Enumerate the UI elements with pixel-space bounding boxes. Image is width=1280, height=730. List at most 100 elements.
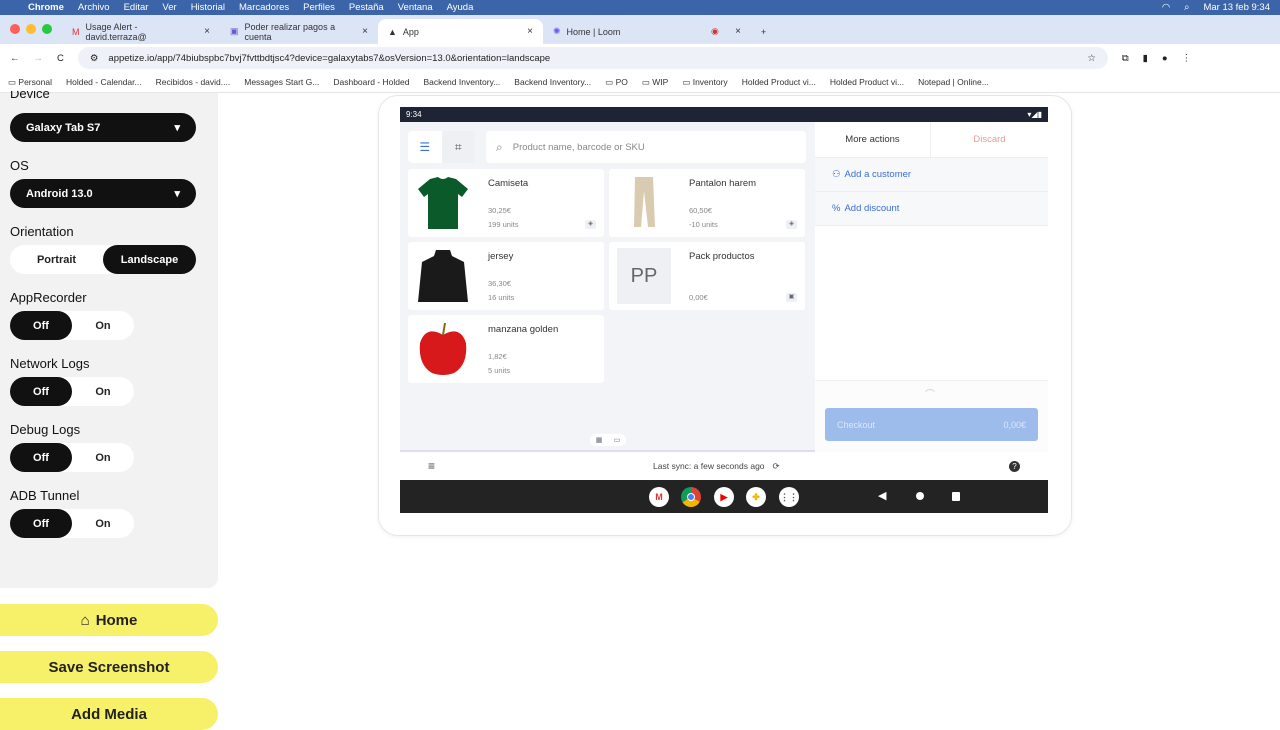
recents-nav-icon[interactable] bbox=[952, 492, 960, 501]
save-screenshot-button[interactable]: Save Screenshot bbox=[0, 651, 218, 683]
bookmark[interactable]: Holded Product vi... bbox=[742, 77, 816, 87]
back-nav-icon[interactable]: ◀ bbox=[878, 489, 886, 502]
new-tab-button[interactable]: + bbox=[751, 19, 781, 44]
menu-ayuda[interactable]: Ayuda bbox=[447, 2, 474, 13]
checkout-button[interactable]: Checkout 0,00€ bbox=[825, 408, 1038, 441]
bookmark[interactable]: Backend Inventory... bbox=[423, 77, 500, 87]
app-drawer-icon[interactable]: ⋮⋮ bbox=[779, 487, 799, 507]
bookmark[interactable]: ▭ WIP bbox=[642, 77, 668, 88]
bookmark[interactable]: Holded Product vi... bbox=[830, 77, 904, 87]
add-discount-button[interactable]: % Add discount bbox=[815, 192, 1048, 226]
tab-pagos[interactable]: ▣ Poder realizar pagos a cuenta × bbox=[220, 19, 378, 44]
bookmark[interactable]: Dashboard - Holded bbox=[333, 77, 409, 87]
sidepanel-icon[interactable]: ▮ bbox=[1143, 53, 1148, 64]
menu-ver[interactable]: Ver bbox=[162, 2, 176, 13]
view-switcher[interactable]: ▦ ▭ bbox=[590, 434, 626, 446]
os-select[interactable]: Android 13.0 ▾ bbox=[10, 179, 196, 208]
toggle-off[interactable]: Off bbox=[10, 509, 72, 538]
more-actions-button[interactable]: More actions bbox=[815, 122, 931, 158]
toggle-off[interactable]: Off bbox=[10, 443, 72, 472]
close-icon[interactable]: × bbox=[204, 26, 210, 37]
extensions-icon[interactable]: ⧉ bbox=[1122, 53, 1129, 64]
product-card[interactable]: Pantalon harem 60,50€ -10 units ◈ bbox=[609, 169, 805, 237]
product-card[interactable]: manzana golden 1,82€ 5 units bbox=[408, 315, 604, 383]
reload-icon[interactable]: C bbox=[57, 53, 64, 64]
clock[interactable]: Mar 13 feb 9:34 bbox=[1203, 2, 1270, 13]
bundle-icon[interactable]: ▣ bbox=[786, 293, 797, 302]
maximize-button[interactable] bbox=[42, 24, 52, 34]
gmail-app-icon[interactable]: M bbox=[649, 487, 669, 507]
toggle-on[interactable]: On bbox=[72, 509, 134, 538]
forward-icon[interactable]: → bbox=[34, 53, 44, 64]
close-window-button[interactable] bbox=[10, 24, 20, 34]
close-icon[interactable]: × bbox=[362, 26, 368, 37]
bookmark[interactable]: ▭ Inventory bbox=[682, 77, 727, 88]
toggle-on[interactable]: On bbox=[72, 311, 134, 340]
menu-app[interactable]: Chrome bbox=[28, 2, 64, 13]
close-icon[interactable]: × bbox=[527, 26, 533, 37]
portrait-option[interactable]: Portrait bbox=[10, 245, 103, 274]
product-card[interactable]: PP Pack productos 0,00€ ▣ bbox=[609, 242, 805, 310]
product-search-input[interactable]: ⌕ Product name, barcode or SKU bbox=[486, 131, 806, 163]
bookmark[interactable]: ▭ PO bbox=[605, 77, 628, 88]
menu-marcadores[interactable]: Marcadores bbox=[239, 2, 289, 13]
list-view-icon[interactable]: ☰ bbox=[408, 131, 442, 163]
bookmark[interactable]: ▭ Personal bbox=[8, 77, 52, 88]
menu-historial[interactable]: Historial bbox=[191, 2, 225, 13]
tag-icon[interactable]: ◈ bbox=[585, 220, 596, 229]
tab-gmail[interactable]: M Usage Alert - david.terraza@ × bbox=[62, 19, 220, 44]
minimize-button[interactable] bbox=[26, 24, 36, 34]
expand-handle-icon[interactable]: ⌒ bbox=[925, 386, 935, 401]
grid-icon[interactable]: ▦ bbox=[596, 436, 603, 444]
menu-pestana[interactable]: Pestaña bbox=[349, 2, 384, 13]
landscape-option[interactable]: Landscape bbox=[103, 245, 196, 274]
menu-perfiles[interactable]: Perfiles bbox=[303, 2, 335, 13]
folder-icon[interactable]: ▭ bbox=[614, 436, 621, 444]
bookmark[interactable]: Notepad | Online... bbox=[918, 77, 989, 87]
product-card[interactable]: Camiseta 30,25€ 199 units ◈ bbox=[408, 169, 604, 237]
discard-button[interactable]: Discard bbox=[931, 122, 1048, 158]
tab-recording[interactable]: ◉ × bbox=[701, 19, 751, 44]
bookmark[interactable]: Backend Inventory... bbox=[514, 77, 591, 87]
tab-app[interactable]: ▲ App × bbox=[378, 19, 543, 44]
tag-icon[interactable]: ◈ bbox=[786, 220, 797, 229]
menu-ventana[interactable]: Ventana bbox=[398, 2, 433, 13]
record-icon: ◉ bbox=[711, 26, 719, 36]
barcode-scan-icon[interactable]: ⌗ bbox=[441, 131, 475, 163]
home-button[interactable]: ⌂ Home bbox=[0, 604, 218, 636]
close-icon[interactable]: × bbox=[735, 26, 741, 37]
hamburger-menu-icon[interactable]: ≡ bbox=[428, 459, 435, 473]
avatar[interactable]: ● bbox=[1162, 53, 1168, 64]
photos-app-icon[interactable]: ✤ bbox=[746, 487, 766, 507]
youtube-app-icon[interactable]: ▶ bbox=[714, 487, 734, 507]
product-price: 36,30€ bbox=[488, 279, 511, 288]
menu-editar[interactable]: Editar bbox=[124, 2, 149, 13]
help-icon[interactable]: ? bbox=[1009, 460, 1020, 472]
add-customer-button[interactable]: ⚇ Add a customer bbox=[815, 158, 1048, 192]
checkout-total: 0,00€ bbox=[1003, 419, 1026, 430]
back-icon[interactable]: ← bbox=[10, 53, 20, 64]
sync-icon[interactable]: ⟳ bbox=[773, 461, 780, 472]
bookmark[interactable]: Holded - Calendar... bbox=[66, 77, 142, 87]
toggle-switch: Off On bbox=[10, 377, 134, 406]
star-icon[interactable]: ☆ bbox=[1087, 53, 1096, 64]
toggle-off[interactable]: Off bbox=[10, 311, 72, 340]
add-media-button[interactable]: Add Media bbox=[0, 698, 218, 730]
device-select[interactable]: Galaxy Tab S7 ▾ bbox=[10, 113, 196, 142]
bookmark[interactable]: Messages Start G... bbox=[244, 77, 319, 87]
home-nav-icon[interactable] bbox=[916, 492, 924, 500]
toggle-on[interactable]: On bbox=[72, 377, 134, 406]
menu-icon[interactable]: ⋮ bbox=[1182, 53, 1192, 64]
bookmark[interactable]: Recibidos - david.... bbox=[156, 77, 231, 87]
search-icon[interactable]: ⌕ bbox=[1184, 2, 1189, 13]
toggle-on[interactable]: On bbox=[72, 443, 134, 472]
wifi-icon[interactable]: ◠ bbox=[1162, 2, 1170, 13]
tab-loom[interactable]: ✺ Home | Loom bbox=[543, 19, 701, 44]
toggle-off[interactable]: Off bbox=[10, 377, 72, 406]
site-settings-icon[interactable]: ⚙ bbox=[90, 53, 99, 64]
chrome-app-icon[interactable] bbox=[681, 487, 701, 507]
product-card[interactable]: jersey 36,30€ 16 units bbox=[408, 242, 604, 310]
address-bar[interactable]: ⚙ appetize.io/app/74biubspbc7bvj7fvttbdtj… bbox=[77, 47, 1108, 69]
bookmark-label: Notepad | Online... bbox=[918, 77, 989, 87]
menu-archivo[interactable]: Archivo bbox=[78, 2, 110, 13]
